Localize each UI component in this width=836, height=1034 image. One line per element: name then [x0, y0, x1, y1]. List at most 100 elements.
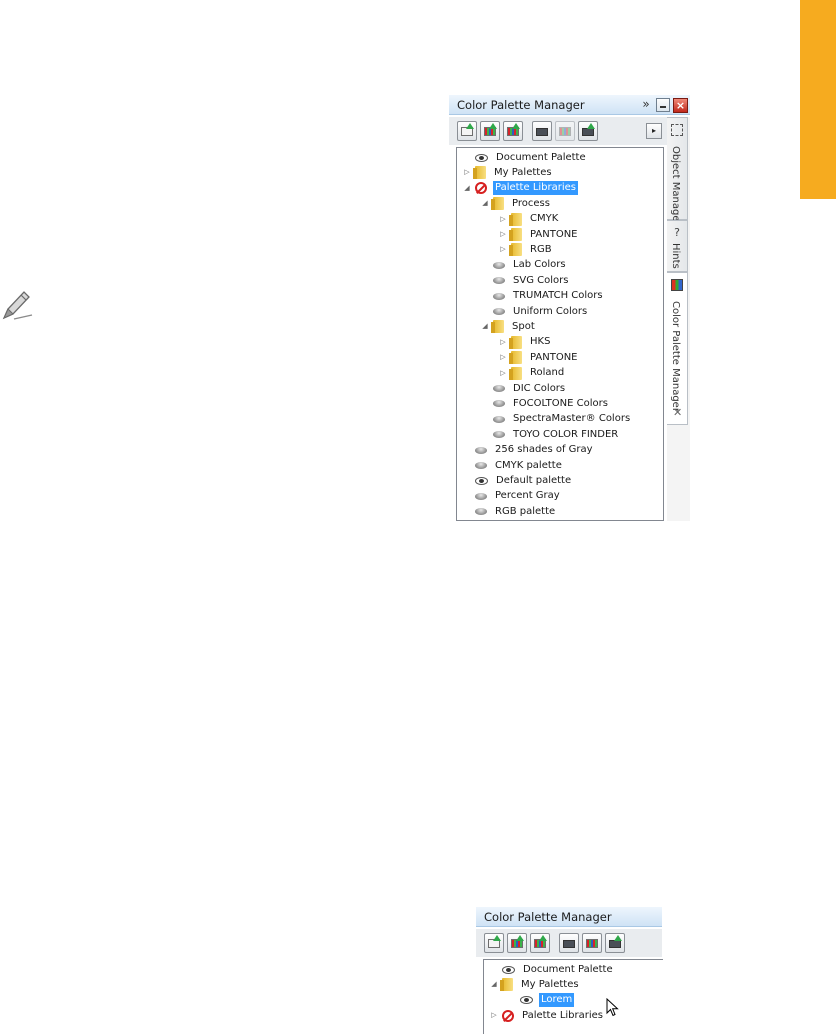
tab-hints[interactable]: ? Hints — [667, 220, 688, 272]
expand-arrow-icon[interactable]: ▷ — [499, 212, 507, 227]
tree-item[interactable]: ▷ CMYK — [499, 212, 560, 227]
object-manager-icon — [671, 124, 683, 136]
import-palette-button[interactable] — [578, 121, 598, 141]
tree-item[interactable]: ◢ Spot — [481, 319, 537, 334]
tree-item[interactable]: CMYK palette — [463, 458, 564, 473]
tree-item[interactable]: TOYO COLOR FINDER — [481, 427, 620, 442]
tree-item[interactable]: DIC Colors — [481, 381, 567, 396]
collapse-arrow-icon[interactable]: ◢ — [463, 181, 471, 196]
folder-icon — [509, 212, 522, 226]
tree-item[interactable]: ▷ PANTONE — [499, 227, 580, 242]
tree-item[interactable]: ▷ PANTONE — [499, 350, 580, 365]
new-palette-button[interactable] — [484, 933, 504, 953]
tree-item-label: HKS — [530, 336, 551, 348]
palette-from-selection-button[interactable] — [507, 933, 527, 953]
eye-icon[interactable] — [475, 476, 488, 485]
tree-item-label: Default palette — [496, 474, 572, 486]
panel-titlebar-2: Color Palette Manager — [476, 907, 662, 927]
folder-icon — [491, 197, 504, 211]
tree-item-label: SpectraMaster® Colors — [513, 413, 631, 425]
tree-item[interactable]: SVG Colors — [481, 273, 570, 288]
close-tab-icon[interactable]: ✕ — [673, 406, 682, 419]
tree-item[interactable]: TRUMATCH Colors — [481, 289, 605, 304]
expand-arrow-icon[interactable]: ▷ — [499, 227, 507, 242]
tree-item-label: SVG Colors — [513, 274, 569, 286]
hidden-icon[interactable] — [502, 1009, 514, 1022]
close-button[interactable]: × — [673, 97, 688, 113]
tree-item[interactable]: SpectraMaster® Colors — [481, 412, 632, 427]
open-palette-button[interactable] — [559, 933, 579, 953]
tree-item[interactable]: Percent Gray — [463, 489, 562, 504]
tree-item[interactable]: ▷ Roland — [499, 366, 566, 381]
tree-item-label: RGB palette — [495, 505, 556, 517]
tree-item[interactable]: Lab Colors — [481, 258, 568, 273]
tree-item[interactable]: ▷ HKS — [499, 335, 552, 350]
folder-icon — [509, 243, 522, 257]
import-folder-icon — [609, 940, 621, 948]
collapse-arrow-icon[interactable]: ◢ — [490, 977, 498, 992]
open-palette-button[interactable] — [532, 121, 552, 141]
tab-color-palette-manager[interactable]: Color Palette Manager ✕ — [667, 272, 688, 425]
eye-icon[interactable] — [475, 153, 488, 162]
eye-icon[interactable] — [520, 996, 533, 1005]
palette-icon — [475, 508, 487, 516]
eye-icon[interactable] — [502, 965, 515, 974]
tab-hints-label: Hints — [670, 243, 681, 269]
palette-from-document-button[interactable] — [530, 933, 550, 953]
tree-item[interactable]: Document Palette — [463, 150, 588, 165]
hidden-icon[interactable] — [475, 182, 487, 195]
tree-item[interactable]: ◢ Process — [481, 196, 552, 211]
collapse-arrow-icon[interactable]: ◢ — [481, 319, 489, 334]
flyout-menu-button[interactable]: ▸ — [646, 123, 662, 139]
tree-item[interactable]: Uniform Colors — [481, 304, 589, 319]
palette-editor-button[interactable] — [555, 121, 575, 141]
expand-arrow-icon[interactable]: ▷ — [499, 335, 507, 350]
tree-item-label: PANTONE — [530, 228, 578, 240]
chapter-tab — [800, 0, 836, 199]
expand-arrow-icon[interactable]: ▷ — [499, 242, 507, 257]
palette-from-document-button[interactable] — [503, 121, 523, 141]
tree-item[interactable]: Lorem — [508, 993, 575, 1008]
tree-item[interactable]: FOCOLTONE Colors — [481, 396, 610, 411]
expand-arrow-icon[interactable]: ▷ — [499, 366, 507, 381]
tree-item[interactable]: ◢ Palette Libraries — [463, 181, 579, 196]
import-palette-button[interactable] — [605, 933, 625, 953]
docker-side-tabs: Object Manager ? Hints Color Palette Man… — [667, 117, 690, 521]
palette-from-selection-button[interactable] — [480, 121, 500, 141]
folder-icon — [491, 320, 504, 334]
palette-tree-2: Document Palette ◢ My Palettes Lorem ▷ Palett… — [483, 959, 663, 1034]
tree-item[interactable]: ▷ My Palettes — [463, 165, 554, 180]
color-palette-manager-panel-2: Color Palette Manager Document Palette ◢ M… — [476, 907, 663, 1034]
expand-arrow-icon[interactable]: ▷ — [499, 350, 507, 365]
tree-item[interactable]: RGB palette — [463, 504, 557, 519]
hints-icon: ? — [674, 226, 680, 239]
tree-item[interactable]: ◢ My Palettes — [490, 977, 581, 992]
panel-title: Color Palette Manager — [457, 98, 585, 112]
tree-item[interactable]: Default palette — [463, 473, 573, 488]
panel-titlebar: Color Palette Manager » × — [449, 95, 690, 115]
panel-title-2: Color Palette Manager — [484, 910, 612, 924]
tree-item[interactable]: ▷ Palette Libraries — [490, 1008, 605, 1023]
tree-item-label: My Palettes — [494, 166, 552, 178]
tree-item[interactable]: 256 shades of Gray — [463, 443, 595, 458]
collapse-arrow-icon[interactable]: ◢ — [481, 196, 489, 211]
minimize-button[interactable] — [656, 98, 670, 112]
folder-icon — [509, 366, 522, 380]
tree-item-label: Document Palette — [523, 963, 613, 975]
expand-panel-icon[interactable]: » — [639, 98, 653, 112]
palette-editor-icon — [559, 127, 571, 136]
palette-editor-button[interactable] — [582, 933, 602, 953]
expand-arrow-icon[interactable]: ▷ — [490, 1008, 498, 1023]
tree-item[interactable]: Document Palette — [490, 962, 615, 977]
expand-arrow-icon[interactable]: ▷ — [463, 165, 471, 180]
tree-item[interactable]: ▷ RGB — [499, 242, 554, 257]
new-palette-button[interactable] — [457, 121, 477, 141]
tab-object-manager[interactable]: Object Manager — [667, 117, 688, 226]
